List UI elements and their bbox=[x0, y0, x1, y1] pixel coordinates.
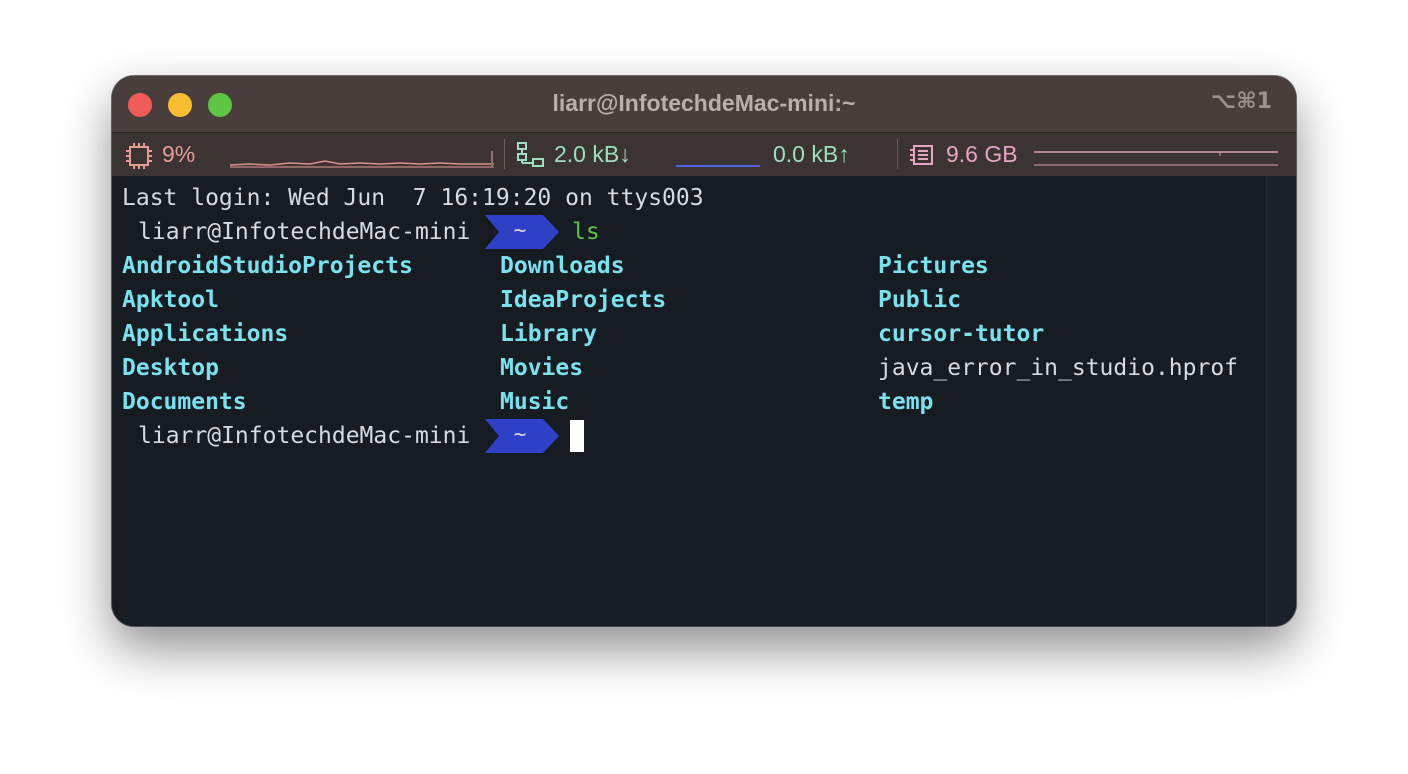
memory-usage: 9.6 GB bbox=[946, 141, 1018, 167]
ls-entry: IdeaProjects bbox=[500, 287, 667, 313]
window-title: liarr@InfotechdeMac-mini:~ bbox=[552, 90, 856, 116]
memory-sparkline bbox=[1034, 151, 1278, 166]
ls-entry: AndroidStudioProjects bbox=[122, 253, 413, 279]
ls-entry: Apktool bbox=[122, 287, 219, 313]
cpu-usage: 9% bbox=[162, 141, 196, 167]
command-text: ls bbox=[572, 219, 600, 245]
terminal-window: liarr@InfotechdeMac-mini:~ ⌥⌘1 9% 2.0 kB… bbox=[112, 76, 1296, 626]
ls-entry: Public bbox=[878, 287, 962, 313]
network-download: 2.0 kB↓ bbox=[554, 141, 631, 167]
prompt-user: liarr@InfotechdeMac-mini bbox=[138, 219, 471, 245]
network-icon bbox=[517, 142, 545, 174]
ls-entry: Library bbox=[500, 321, 597, 347]
prompt-directory: ~ bbox=[513, 422, 527, 446]
ls-entry: Documents bbox=[122, 389, 247, 415]
cpu-sparkline bbox=[230, 151, 494, 168]
memory-icon bbox=[910, 144, 936, 172]
network-sparkline bbox=[676, 165, 760, 167]
network-upload: 0.0 kB↑ bbox=[773, 141, 850, 167]
prompt-directory-badge: ~ bbox=[485, 215, 559, 249]
ls-entry-file: java_error_in_studio.hprof bbox=[878, 355, 1239, 381]
cpu-icon bbox=[126, 143, 152, 175]
status-divider bbox=[897, 139, 898, 169]
prompt-line: liarr@InfotechdeMac-mini ~ ls bbox=[112, 215, 1266, 249]
window-shortcut: ⌥⌘1 bbox=[1210, 89, 1272, 114]
ls-entry: Pictures bbox=[878, 253, 989, 279]
prompt-line: liarr@InfotechdeMac-mini ~ bbox=[112, 419, 1266, 453]
ls-entry: Music bbox=[500, 389, 570, 415]
title-bar[interactable]: liarr@InfotechdeMac-mini:~ ⌥⌘1 bbox=[112, 76, 1296, 133]
ls-entry: cursor-tutor bbox=[878, 321, 1045, 347]
scrollbar-track[interactable] bbox=[1266, 176, 1296, 626]
ls-entry: Applications bbox=[122, 321, 289, 347]
ls-entry: Desktop bbox=[122, 355, 219, 381]
prompt-directory: ~ bbox=[513, 218, 527, 242]
text-cursor[interactable] bbox=[570, 420, 584, 452]
terminal-output[interactable]: Last login: Wed Jun 7 16:19:20 on ttys00… bbox=[112, 176, 1266, 626]
ls-entry: Downloads bbox=[500, 253, 625, 279]
ls-entry: temp bbox=[878, 389, 934, 415]
status-divider bbox=[504, 139, 505, 169]
prompt-user: liarr@InfotechdeMac-mini bbox=[138, 423, 471, 449]
prompt-directory-badge: ~ bbox=[485, 419, 559, 453]
last-login-line: Last login: Wed Jun 7 16:19:20 on ttys00… bbox=[122, 185, 704, 211]
status-bar: 9% 2.0 kB↓ 0.0 kB↑ 9.6 GB bbox=[112, 133, 1296, 176]
ls-entry: Movies bbox=[500, 355, 584, 381]
